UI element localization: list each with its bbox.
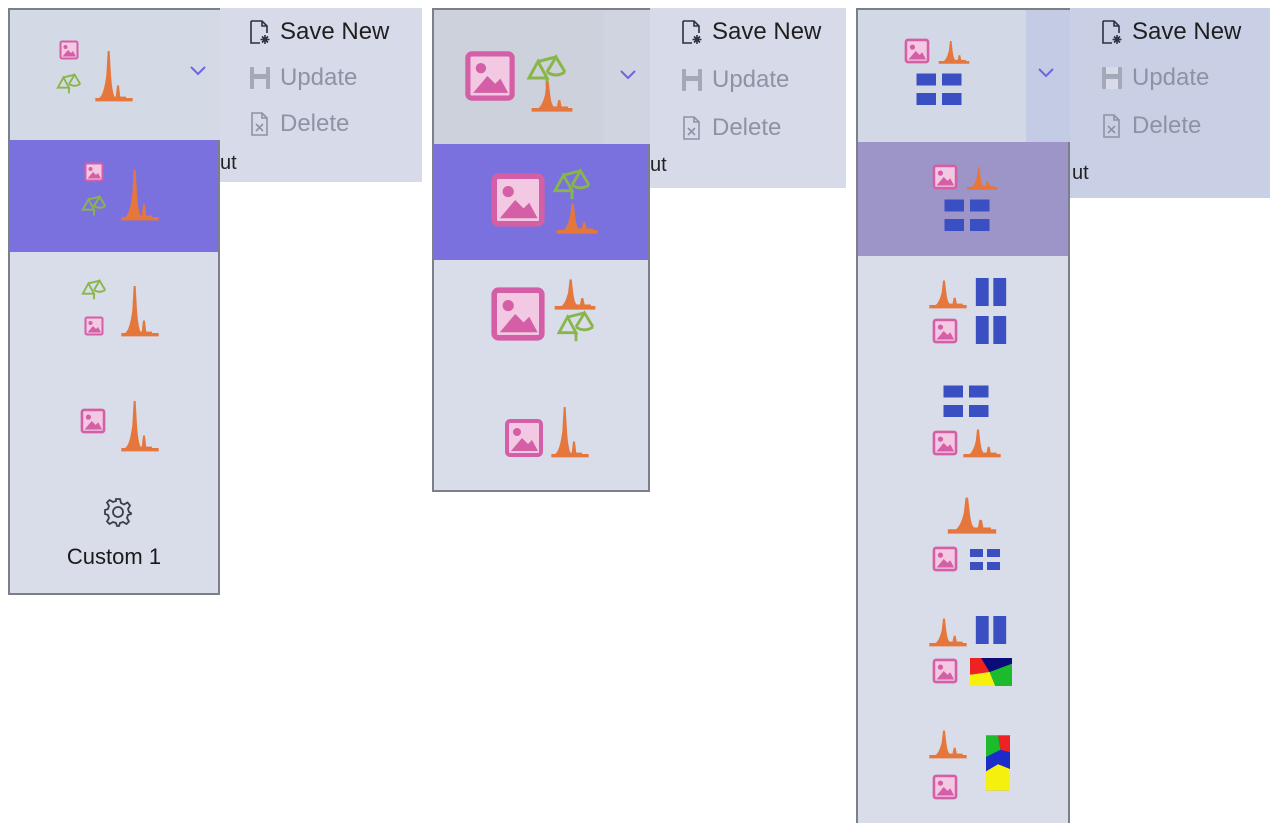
chevron-down-icon [620, 70, 636, 80]
image-icon [490, 286, 546, 342]
image-icon [84, 162, 104, 182]
spectrum-icon [94, 44, 134, 106]
chevron-down-icon [190, 66, 206, 76]
spectrum-icon [928, 278, 968, 310]
layout-option-2[interactable] [434, 260, 648, 378]
update-label: Update [712, 66, 790, 93]
image-icon [932, 546, 958, 572]
mapping-icon [970, 658, 1012, 686]
tiles-columns-icon [970, 616, 1012, 644]
split-button-highlight [434, 10, 604, 144]
delete-label: Delete [712, 114, 782, 141]
image-icon [490, 172, 546, 228]
floppy-icon [680, 67, 704, 93]
gating-icon [554, 310, 598, 344]
image-icon [464, 50, 516, 102]
custom-layout-label: Custom 1 [66, 544, 162, 569]
layout-option-1[interactable] [858, 142, 1068, 256]
tiles-icon [934, 384, 998, 420]
tiles-icon [932, 198, 1002, 234]
chevron-down-icon [1038, 68, 1054, 78]
spectrum-icon [928, 616, 968, 648]
spectrum-icon [930, 496, 1014, 534]
group-label-fragment: ut [1072, 162, 1089, 184]
spectrum-icon [120, 392, 160, 458]
delete-label: Delete [280, 110, 350, 137]
image-icon [932, 658, 958, 684]
layout-option-1[interactable] [434, 144, 648, 260]
gating-icon [80, 278, 108, 302]
image-icon [80, 408, 106, 434]
spectrum-icon [934, 40, 974, 64]
layout-option-3[interactable] [858, 368, 1068, 482]
gating-icon [80, 194, 108, 218]
floppy-icon [248, 65, 272, 91]
update-label: Update [280, 64, 358, 91]
dropdown-arrow-button[interactable] [178, 52, 218, 92]
image-icon [932, 164, 958, 190]
dropdown-arrow-button[interactable] [1026, 54, 1066, 94]
spectrum-icon [928, 728, 968, 760]
layout-option-3[interactable] [10, 364, 218, 476]
gating-icon [55, 72, 83, 96]
delete-icon [1100, 113, 1124, 139]
save-new-icon [680, 19, 704, 45]
save-new-label: Save New [712, 18, 822, 45]
layout-option-5[interactable] [858, 594, 1068, 706]
tiles-columns-icon [970, 278, 1012, 306]
layout-dropdown [856, 142, 1070, 823]
image-icon [84, 316, 104, 336]
spectrum-icon [962, 166, 1002, 190]
save-new-button[interactable]: Save New [248, 12, 389, 52]
save-new-icon [1100, 19, 1124, 45]
image-icon [932, 774, 958, 800]
spectrum-icon [530, 80, 574, 112]
tiles-columns-icon [970, 316, 1012, 344]
layout-option-4[interactable] [858, 482, 1068, 594]
spectrum-icon [120, 278, 160, 342]
delete-label: Delete [1132, 112, 1202, 139]
layout-option-1[interactable] [10, 140, 218, 252]
dropdown-arrow-button[interactable] [608, 56, 648, 96]
group-label-fragment: ut [220, 152, 237, 174]
layout-option-2[interactable] [858, 256, 1068, 368]
spectrum-icon [962, 428, 1002, 458]
gating-icon [550, 168, 594, 202]
image-icon [932, 318, 958, 344]
image-icon [59, 40, 79, 60]
image-icon [932, 430, 958, 456]
floppy-icon [1100, 65, 1124, 91]
layout-dropdown [432, 144, 650, 492]
update-button[interactable]: Update [248, 58, 357, 98]
delete-button[interactable]: Delete [1100, 106, 1201, 146]
layout-option-2[interactable] [10, 252, 218, 364]
save-new-label: Save New [1132, 18, 1242, 45]
image-icon [504, 418, 544, 458]
update-button[interactable]: Update [1100, 58, 1209, 98]
delete-icon [248, 111, 272, 137]
layout-option-3[interactable] [434, 378, 648, 490]
update-button[interactable]: Update [680, 60, 789, 100]
layout-option-6[interactable] [858, 706, 1068, 823]
update-label: Update [1132, 64, 1210, 91]
custom-layout-option[interactable]: Custom 1 [10, 476, 218, 593]
save-new-button[interactable]: Save New [680, 12, 821, 52]
layout-dropdown: Custom 1 [8, 140, 220, 595]
save-new-icon [248, 19, 272, 45]
delete-icon [680, 115, 704, 141]
spectrum-icon [550, 398, 590, 464]
gear-icon [102, 496, 134, 528]
delete-button[interactable]: Delete [680, 108, 781, 148]
save-new-button[interactable]: Save New [1100, 12, 1241, 52]
tall-mapping-icon [986, 726, 1010, 800]
delete-button[interactable]: Delete [248, 104, 349, 144]
spectrum-icon [550, 278, 600, 310]
tiles-icon [964, 548, 1006, 572]
save-new-label: Save New [280, 18, 390, 45]
image-icon [904, 38, 930, 64]
spectrum-icon [554, 202, 600, 234]
spectrum-icon [120, 162, 160, 226]
group-label-fragment: ut [650, 154, 667, 176]
tiles-icon [904, 72, 974, 108]
